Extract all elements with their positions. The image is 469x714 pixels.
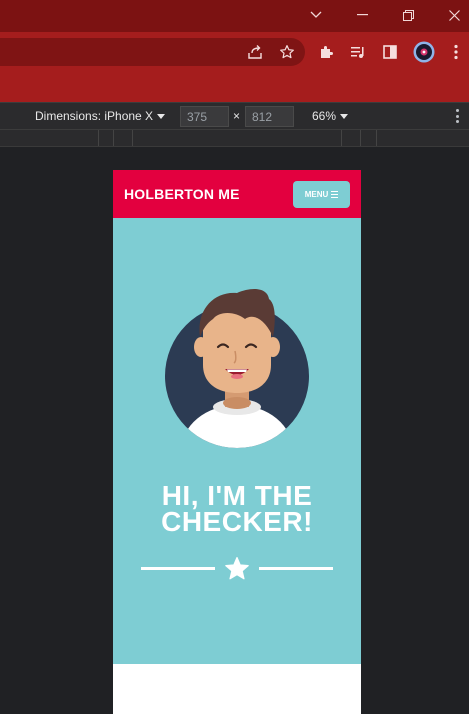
zoom-label: 66%: [312, 109, 337, 123]
media-query-segment[interactable]: [113, 130, 114, 146]
star-divider: [141, 553, 333, 583]
caret-down-icon: [340, 114, 349, 120]
height-input[interactable]: 812: [245, 106, 294, 127]
site-brand[interactable]: HOLBERTON ME: [124, 186, 240, 202]
divider-line: [259, 567, 333, 570]
bookmark-star-icon[interactable]: [277, 42, 297, 62]
divider-line: [141, 567, 215, 570]
zoom-selector[interactable]: 66%: [312, 109, 349, 123]
star-icon: [225, 556, 249, 580]
side-panel-icon[interactable]: [380, 42, 400, 62]
media-query-segment[interactable]: [98, 130, 99, 146]
media-query-segment[interactable]: [132, 130, 133, 146]
profile-avatar[interactable]: [412, 40, 436, 64]
device-toolbar: Dimensions: iPhone X 375 × 812 66%: [0, 102, 469, 130]
hero-section: HI, I'M THE CHECKER!: [113, 218, 361, 664]
site-header: HOLBERTON ME MENU: [113, 170, 361, 218]
hamburger-icon: [331, 191, 339, 198]
window-titlebar: [0, 0, 469, 32]
media-query-segment[interactable]: [360, 130, 361, 146]
menu-button-label: MENU: [304, 190, 329, 199]
media-query-bar: [0, 130, 469, 147]
hero-title: HI, I'M THE CHECKER!: [113, 482, 361, 537]
media-query-segment[interactable]: [341, 130, 342, 146]
close-icon[interactable]: [431, 0, 469, 30]
device-toolbar-more-icon[interactable]: [452, 108, 462, 124]
browser-menu-icon[interactable]: [446, 42, 466, 62]
chevron-down-icon[interactable]: [293, 0, 339, 30]
share-icon[interactable]: [245, 42, 265, 62]
browser-chrome-strip: [0, 72, 469, 102]
hero-title-line: CHECKER!: [161, 506, 313, 537]
restore-icon[interactable]: [385, 0, 431, 30]
media-queue-icon[interactable]: [348, 42, 368, 62]
avatar: [165, 289, 309, 448]
times-sign: ×: [233, 109, 241, 123]
device-selector[interactable]: Dimensions: iPhone X: [35, 109, 166, 123]
menu-button[interactable]: MENU: [293, 181, 350, 208]
browser-toolbar: [0, 32, 469, 72]
minimize-icon[interactable]: [339, 0, 385, 30]
media-query-segment[interactable]: [376, 130, 377, 146]
extensions-icon[interactable]: [316, 42, 336, 62]
width-input[interactable]: 375: [180, 106, 229, 127]
caret-down-icon: [157, 114, 166, 120]
device-selector-label: Dimensions: iPhone X: [35, 109, 154, 123]
device-viewport: HOLBERTON ME MENU HI, I'M THE CHECKER!: [113, 170, 361, 714]
